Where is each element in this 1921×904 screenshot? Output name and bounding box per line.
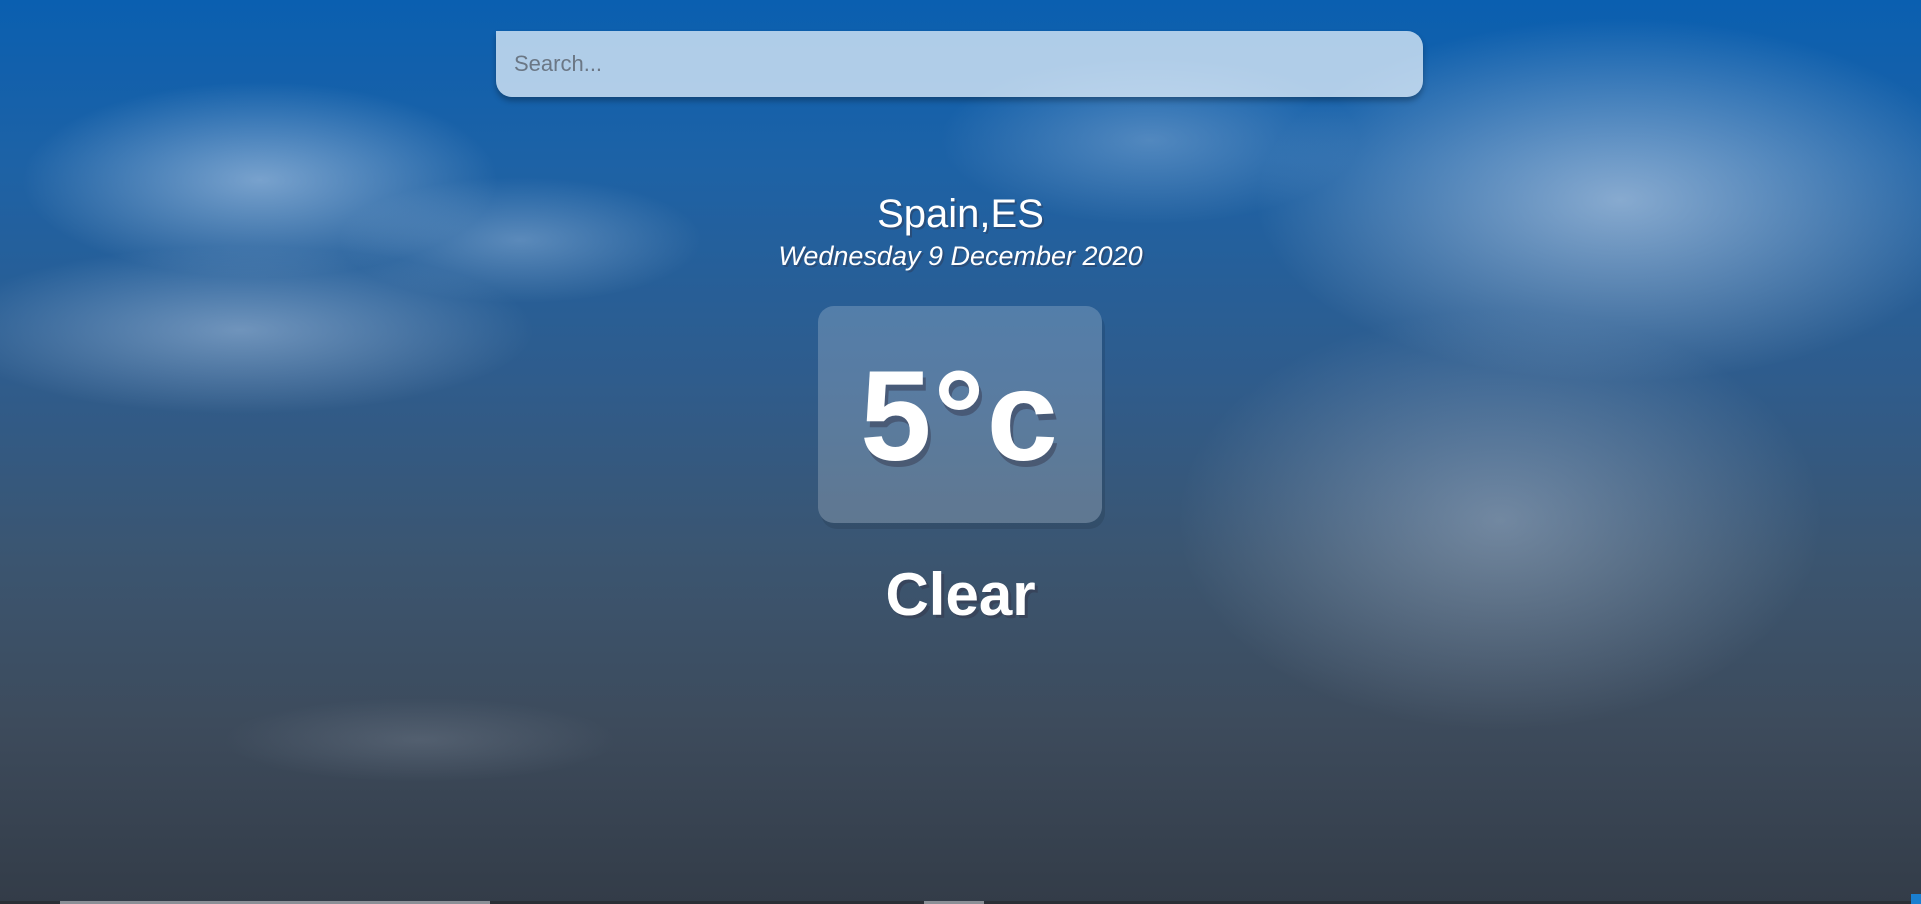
weather-app: Spain,ES Wednesday 9 December 2020 5°c C… bbox=[0, 0, 1921, 904]
temperature-card: 5°c bbox=[818, 306, 1102, 523]
location-box: Spain,ES Wednesday 9 December 2020 bbox=[0, 190, 1921, 272]
weather-condition: Clear bbox=[885, 561, 1036, 628]
location-name: Spain,ES bbox=[877, 192, 1044, 236]
current-date: Wednesday 9 December 2020 bbox=[778, 241, 1143, 271]
corner-indicator bbox=[1911, 894, 1921, 904]
search-input[interactable] bbox=[496, 31, 1423, 97]
search-box bbox=[496, 31, 1423, 97]
temperature-value: 5°c bbox=[860, 344, 1060, 488]
